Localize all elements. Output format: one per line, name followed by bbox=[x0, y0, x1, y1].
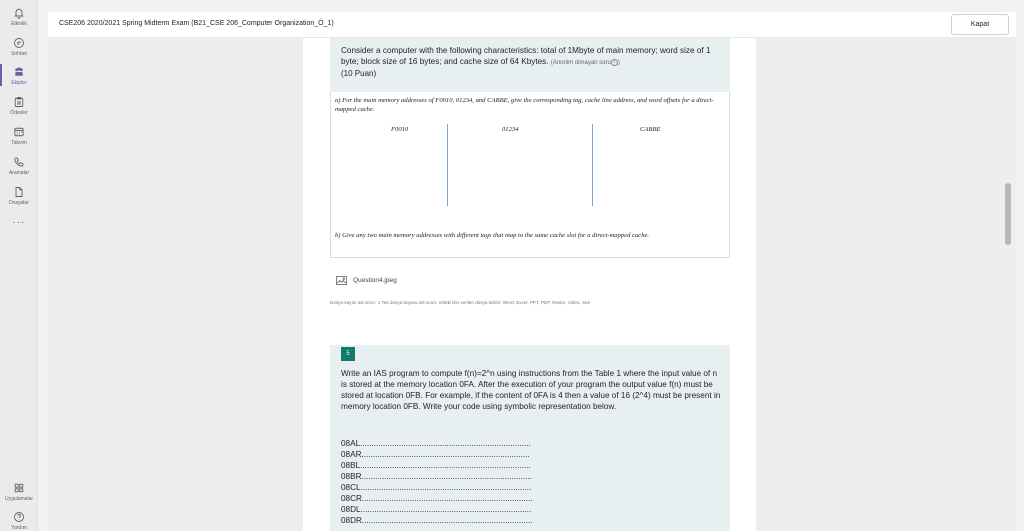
rail-label: Dosyalar bbox=[9, 200, 29, 206]
calendar-icon bbox=[14, 127, 24, 137]
scrollbar-thumb[interactable] bbox=[1005, 183, 1011, 245]
close-button[interactable]: Kapat bbox=[951, 14, 1009, 35]
rail-item-calendar[interactable]: Takvim bbox=[0, 124, 38, 154]
image-file-icon bbox=[336, 276, 347, 285]
rail-item-chat[interactable]: Sohbet bbox=[0, 35, 38, 65]
form-viewport[interactable]: Consider a computer with the following c… bbox=[48, 38, 1016, 531]
rail-label: Ekipler bbox=[11, 80, 27, 86]
answer-line: 08AL....................................… bbox=[341, 439, 531, 448]
info-icon[interactable]: i bbox=[610, 58, 618, 66]
question-5-text: Write an IAS program to compute f(n)=2^n… bbox=[341, 369, 721, 411]
files-icon bbox=[15, 187, 23, 197]
form-title: CSE206 2020/2021 Spring Midterm Exam (B2… bbox=[59, 20, 334, 27]
answer-line: 08CR....................................… bbox=[341, 494, 533, 503]
rail-item-calls[interactable]: Aramalar bbox=[0, 154, 38, 184]
answer-line: 08AR....................................… bbox=[341, 450, 530, 459]
rail-label: Yardım bbox=[11, 525, 27, 531]
answer-line: 08BL....................................… bbox=[341, 461, 531, 470]
question-4-prompt: Consider a computer with the following c… bbox=[341, 46, 711, 66]
answer-line: 08BR....................................… bbox=[341, 472, 533, 481]
rail-item-help[interactable]: Yardım bbox=[0, 509, 38, 531]
rail-item-assignments[interactable]: Ödevler bbox=[0, 94, 38, 124]
assignments-icon bbox=[14, 97, 24, 107]
image-part-b: b) Give any two main memory addresses wi… bbox=[335, 232, 650, 239]
image-part-a: a) For the main memory addresses of F001… bbox=[335, 97, 714, 113]
attachment-name: Question4.jpeg bbox=[353, 277, 397, 284]
more-apps-button[interactable]: ··· bbox=[0, 217, 38, 228]
upload-limits: Dosya sayısı üst sınırı: 1 Tek dosya boy… bbox=[330, 300, 590, 305]
rail-label: Aramalar bbox=[8, 170, 30, 176]
rail-label: Sohbet bbox=[11, 51, 27, 57]
answer-line: 08CL....................................… bbox=[341, 483, 532, 492]
question-4-image: a) For the main memory addresses of F001… bbox=[330, 92, 730, 258]
question-4-header: Consider a computer with the following c… bbox=[330, 38, 730, 92]
apps-icon bbox=[14, 483, 24, 493]
teams-icon bbox=[15, 67, 23, 76]
rail-item-activity[interactable]: Etkinlik bbox=[0, 5, 38, 35]
rail-label: Takvim bbox=[11, 140, 27, 146]
phone-icon bbox=[14, 157, 24, 167]
rail-item-files[interactable]: Dosyalar bbox=[0, 184, 38, 214]
answer-lines: 08AL....................................… bbox=[341, 438, 533, 526]
form-page: Consider a computer with the following c… bbox=[303, 38, 756, 531]
non-anonymous-note: (Anonim olmayan soru i) bbox=[550, 58, 620, 66]
rail-label: Ödevler bbox=[10, 110, 28, 116]
image-column-cabbe: CABBE bbox=[640, 126, 661, 133]
image-column-01234: 01234 bbox=[502, 126, 519, 133]
rail-label: Uygulamalar bbox=[4, 496, 34, 502]
non-anonymous-close: ) bbox=[617, 60, 620, 66]
image-column-f0010: F0010 bbox=[391, 126, 409, 133]
form-header: CSE206 2020/2021 Spring Midterm Exam (B2… bbox=[48, 12, 1016, 38]
image-divider bbox=[447, 124, 448, 206]
scrollbar-track[interactable] bbox=[1004, 38, 1012, 531]
help-icon bbox=[14, 512, 24, 522]
question-5: 5 Write an IAS program to compute f(n)=2… bbox=[330, 345, 730, 531]
question-4-text: Consider a computer with the following c… bbox=[341, 45, 726, 69]
answer-line: 08DR....................................… bbox=[341, 516, 533, 525]
rail-item-apps[interactable]: Uygulamalar bbox=[0, 480, 38, 510]
chat-icon bbox=[14, 38, 24, 48]
answer-line: 08DL....................................… bbox=[341, 505, 532, 514]
rail-label: Etkinlik bbox=[11, 21, 27, 27]
question-4-points: (10 Puan) bbox=[341, 69, 377, 78]
app-rail: Etkinlik Sohbet Ekipler Ödevler Takvim A… bbox=[0, 0, 38, 531]
rail-item-teams[interactable]: Ekipler bbox=[0, 64, 38, 94]
attachment-file[interactable]: Question4.jpeg bbox=[336, 276, 397, 285]
image-divider bbox=[592, 124, 593, 206]
bell-icon bbox=[14, 8, 24, 19]
non-anonymous-label: (Anonim olmayan soru bbox=[550, 60, 611, 66]
question-number-badge: 5 bbox=[341, 347, 355, 361]
